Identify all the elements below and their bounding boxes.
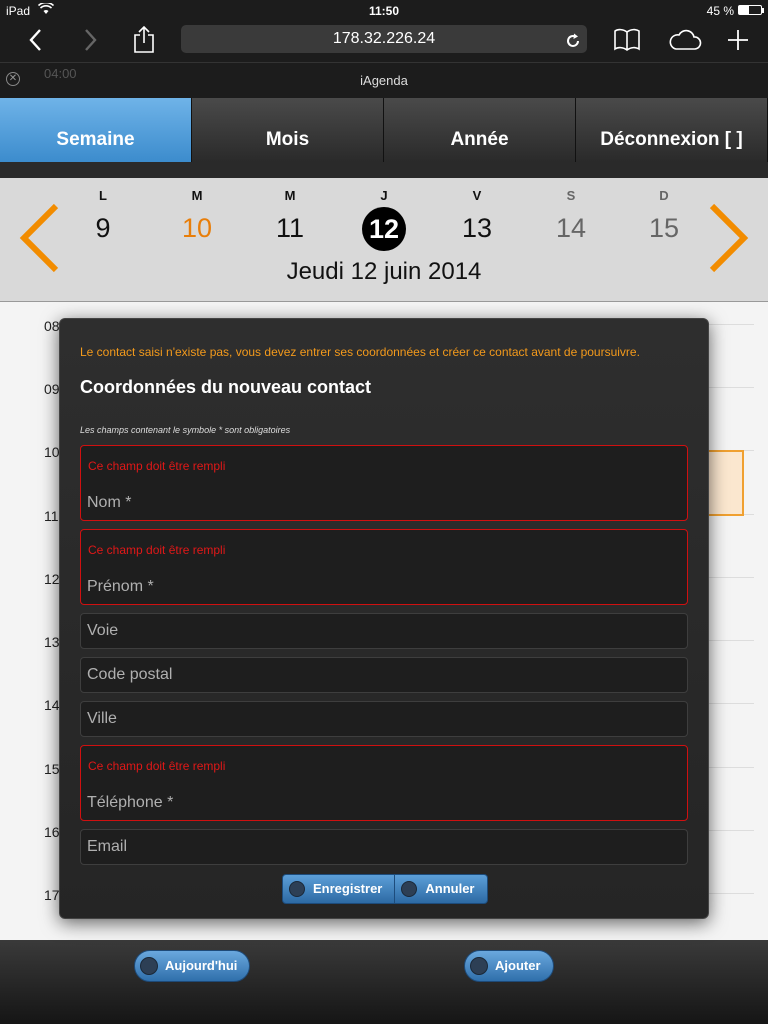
dialog-title: Coordonnées du nouveau contact	[80, 377, 372, 397]
error-message: Ce champ doit être rempli	[88, 459, 226, 473]
button-dot-icon	[140, 957, 158, 975]
day-number: 14	[555, 213, 587, 243]
share-icon	[134, 26, 154, 53]
week-strip: L 9 M 10 M 11 J 12 V 13 S 14 D 15 Jeudi …	[0, 162, 768, 302]
save-button[interactable]: Enregistrer	[282, 874, 396, 904]
today-label: Aujourd'hui	[165, 958, 238, 973]
warning-message: Le contact saisi n'existe pas, vous deve…	[80, 345, 640, 359]
prenom-input[interactable]	[87, 576, 677, 598]
day-number: 12	[362, 207, 406, 251]
book-icon	[614, 28, 640, 51]
hour-label: 13	[44, 634, 60, 650]
share-button[interactable]	[128, 24, 160, 56]
day-sunday[interactable]: D 15	[634, 188, 694, 249]
ville-field-group	[80, 701, 688, 737]
day-saturday[interactable]: S 14	[541, 188, 601, 249]
dialog-actions: Enregistrer Annuler	[282, 874, 488, 904]
button-dot-icon	[289, 881, 305, 897]
button-dot-icon	[401, 881, 418, 897]
button-dot-icon	[470, 957, 488, 975]
day-monday[interactable]: L 9	[73, 188, 133, 249]
code-postal-field-group	[80, 657, 688, 693]
ville-input[interactable]	[87, 708, 677, 730]
save-label: Enregistrer	[313, 881, 383, 896]
url-text: 178.32.226.24	[332, 30, 436, 47]
voie-field-group	[80, 613, 688, 649]
forward-button[interactable]	[74, 24, 106, 56]
hour-label: 11	[44, 508, 59, 524]
hour-label: 16	[44, 824, 60, 840]
day-number: 10	[181, 213, 213, 243]
nav-deconnexion[interactable]: Déconnexion [ ]	[576, 98, 768, 162]
email-input[interactable]	[87, 836, 677, 858]
day-number: 9	[95, 213, 111, 243]
day-thursday-today[interactable]: J 12	[354, 188, 414, 251]
chevron-right-icon	[85, 29, 97, 51]
safari-toolbar: 178.32.226.24	[0, 20, 768, 60]
selected-date: Jeudi 12 juin 2014	[286, 258, 482, 285]
cancel-button[interactable]: Annuler	[395, 874, 488, 904]
nom-input[interactable]	[87, 492, 677, 514]
tab-bar: ✕ 04:00 iAgenda	[0, 62, 768, 98]
browser-chrome: iPad 11:50 45 % 178.32.226.24 ✕ 04:00 iA…	[0, 0, 768, 98]
hour-label: 09	[44, 381, 60, 397]
day-tuesday[interactable]: M 10	[167, 188, 227, 249]
error-message: Ce champ doit être rempli	[88, 543, 226, 557]
battery-icon	[738, 5, 764, 15]
add-label: Ajouter	[495, 958, 541, 973]
new-tab-button[interactable]	[722, 24, 754, 56]
icloud-tabs-button[interactable]	[666, 24, 704, 56]
battery-level: 45 %	[706, 4, 734, 18]
back-button[interactable]	[20, 24, 52, 56]
clock: 11:50	[368, 4, 400, 18]
day-letter: M	[191, 188, 203, 203]
day-number: 11	[275, 213, 305, 243]
app-navigation: Semaine Mois Année Déconnexion [ ]	[0, 98, 768, 162]
new-contact-dialog: Le contact saisi n'existe pas, vous deve…	[59, 318, 709, 919]
prenom-field-group: Ce champ doit être rempli	[80, 529, 688, 605]
add-button[interactable]: Ajouter	[464, 950, 554, 982]
nav-mois[interactable]: Mois	[192, 98, 384, 162]
hour-label: 15	[44, 761, 60, 777]
required-note: Les champs contenant le symbole * sont o…	[80, 425, 291, 435]
day-letter: D	[659, 188, 669, 203]
telephone-input[interactable]	[87, 792, 677, 814]
nom-field-group: Ce champ doit être rempli	[80, 445, 688, 521]
hour-label: 12	[44, 571, 60, 587]
url-bar[interactable]: 178.32.226.24	[181, 25, 587, 53]
cancel-label: Annuler	[425, 881, 475, 896]
day-letter: L	[99, 188, 107, 203]
day-number: 13	[461, 213, 493, 243]
day-letter: S	[566, 188, 576, 203]
hour-label: 14	[44, 697, 60, 713]
status-bar: iPad 11:50 45 %	[0, 0, 768, 20]
hour-label: 17	[44, 887, 60, 903]
day-letter: M	[284, 188, 296, 203]
nav-annee[interactable]: Année	[384, 98, 576, 162]
bottom-toolbar: Aujourd'hui Ajouter	[0, 940, 768, 1024]
day-letter: J	[380, 188, 388, 203]
day-friday[interactable]: V 13	[447, 188, 507, 249]
error-message: Ce champ doit être rempli	[88, 759, 226, 773]
voie-input[interactable]	[87, 620, 677, 642]
nav-semaine[interactable]: Semaine	[0, 98, 192, 162]
plus-icon	[728, 30, 748, 50]
day-number-wrap: 12	[354, 207, 414, 251]
day-letter: V	[472, 188, 482, 203]
today-button[interactable]: Aujourd'hui	[134, 950, 251, 982]
hour-label: 10	[44, 444, 60, 460]
cloud-icon	[669, 29, 702, 50]
hour-label: 08	[44, 318, 60, 334]
tab-title[interactable]: iAgenda	[0, 73, 768, 88]
telephone-field-group: Ce champ doit être rempli	[80, 745, 688, 821]
reload-icon[interactable]	[565, 31, 581, 59]
day-number: 15	[648, 213, 680, 243]
chevron-left-icon	[29, 29, 41, 51]
email-field-group	[80, 829, 688, 865]
day-wednesday[interactable]: M 11	[260, 188, 320, 249]
code-postal-input[interactable]	[87, 664, 677, 686]
bookmarks-button[interactable]	[611, 24, 643, 56]
